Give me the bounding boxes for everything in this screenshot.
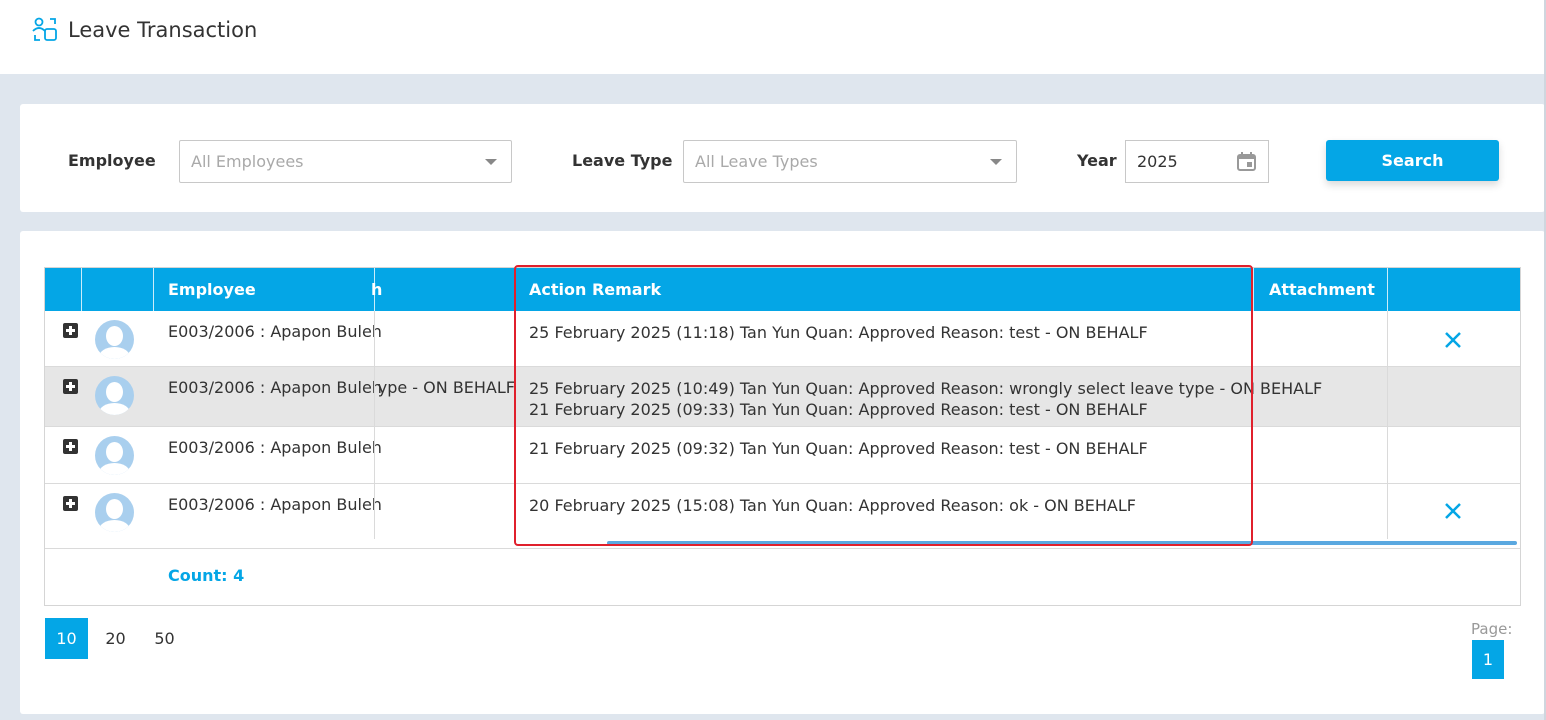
chevron-down-icon (990, 159, 1002, 165)
filter-panel: Employee All Employees Leave Type All Le… (20, 104, 1545, 212)
year-filter-label: Year (1077, 151, 1117, 170)
header-divider (1387, 268, 1388, 311)
employee-select[interactable]: All Employees (179, 140, 512, 183)
page-label: Page: (1471, 620, 1513, 638)
column-header-employee[interactable]: Employee (168, 268, 256, 311)
column-divider (1387, 484, 1388, 539)
page-button-1[interactable]: 1 (1472, 640, 1504, 679)
top-bar: Leave Transaction (0, 0, 1546, 74)
column-divider (374, 427, 375, 484)
partial-cell: ype - ON BEHALF (377, 378, 515, 397)
header-divider (81, 268, 82, 311)
expand-row-icon[interactable] (63, 323, 78, 338)
column-divider (374, 367, 375, 427)
annotation-highlight-box (514, 265, 1253, 546)
transaction-icon (32, 17, 57, 41)
record-count: Count: 4 (168, 566, 245, 585)
avatar (95, 493, 134, 532)
header-divider (1253, 268, 1254, 311)
column-divider (1387, 311, 1388, 367)
page-size-20[interactable]: 20 (94, 618, 137, 659)
column-header-attachment[interactable]: Attachment (1269, 268, 1375, 311)
page-title: Leave Transaction (68, 18, 258, 42)
employee-cell: E003/2006 : Apapon Buleh (168, 495, 382, 514)
avatar (95, 436, 134, 475)
column-divider (374, 311, 375, 367)
avatar (95, 320, 134, 359)
column-divider (374, 484, 375, 539)
page-size-10[interactable]: 10 (45, 618, 88, 659)
header-divider (153, 268, 154, 311)
close-icon[interactable] (1443, 501, 1463, 521)
leave-type-filter-label: Leave Type (572, 151, 673, 170)
leave-type-select-placeholder: All Leave Types (695, 152, 818, 171)
year-value: 2025 (1137, 152, 1178, 171)
calendar-icon[interactable] (1237, 152, 1256, 171)
employee-cell: E003/2006 : Apapon Buleh (168, 378, 382, 397)
year-input[interactable]: 2025 (1125, 140, 1269, 183)
employee-cell: E003/2006 : Apapon Buleh (168, 438, 382, 457)
search-button[interactable]: Search (1326, 140, 1499, 181)
close-icon[interactable] (1443, 330, 1463, 350)
expand-row-icon[interactable] (63, 439, 78, 454)
employee-cell: E003/2006 : Apapon Buleh (168, 322, 382, 341)
column-header-partial[interactable]: h (371, 268, 382, 311)
column-divider (1387, 367, 1388, 427)
expand-row-icon[interactable] (63, 496, 78, 511)
expand-row-icon[interactable] (63, 379, 78, 394)
leave-type-select[interactable]: All Leave Types (683, 140, 1017, 183)
chevron-down-icon (485, 159, 497, 165)
employee-filter-label: Employee (68, 151, 156, 170)
page-size-50[interactable]: 50 (143, 618, 186, 659)
avatar (95, 376, 134, 415)
employee-select-placeholder: All Employees (191, 152, 304, 171)
column-divider (1387, 427, 1388, 484)
